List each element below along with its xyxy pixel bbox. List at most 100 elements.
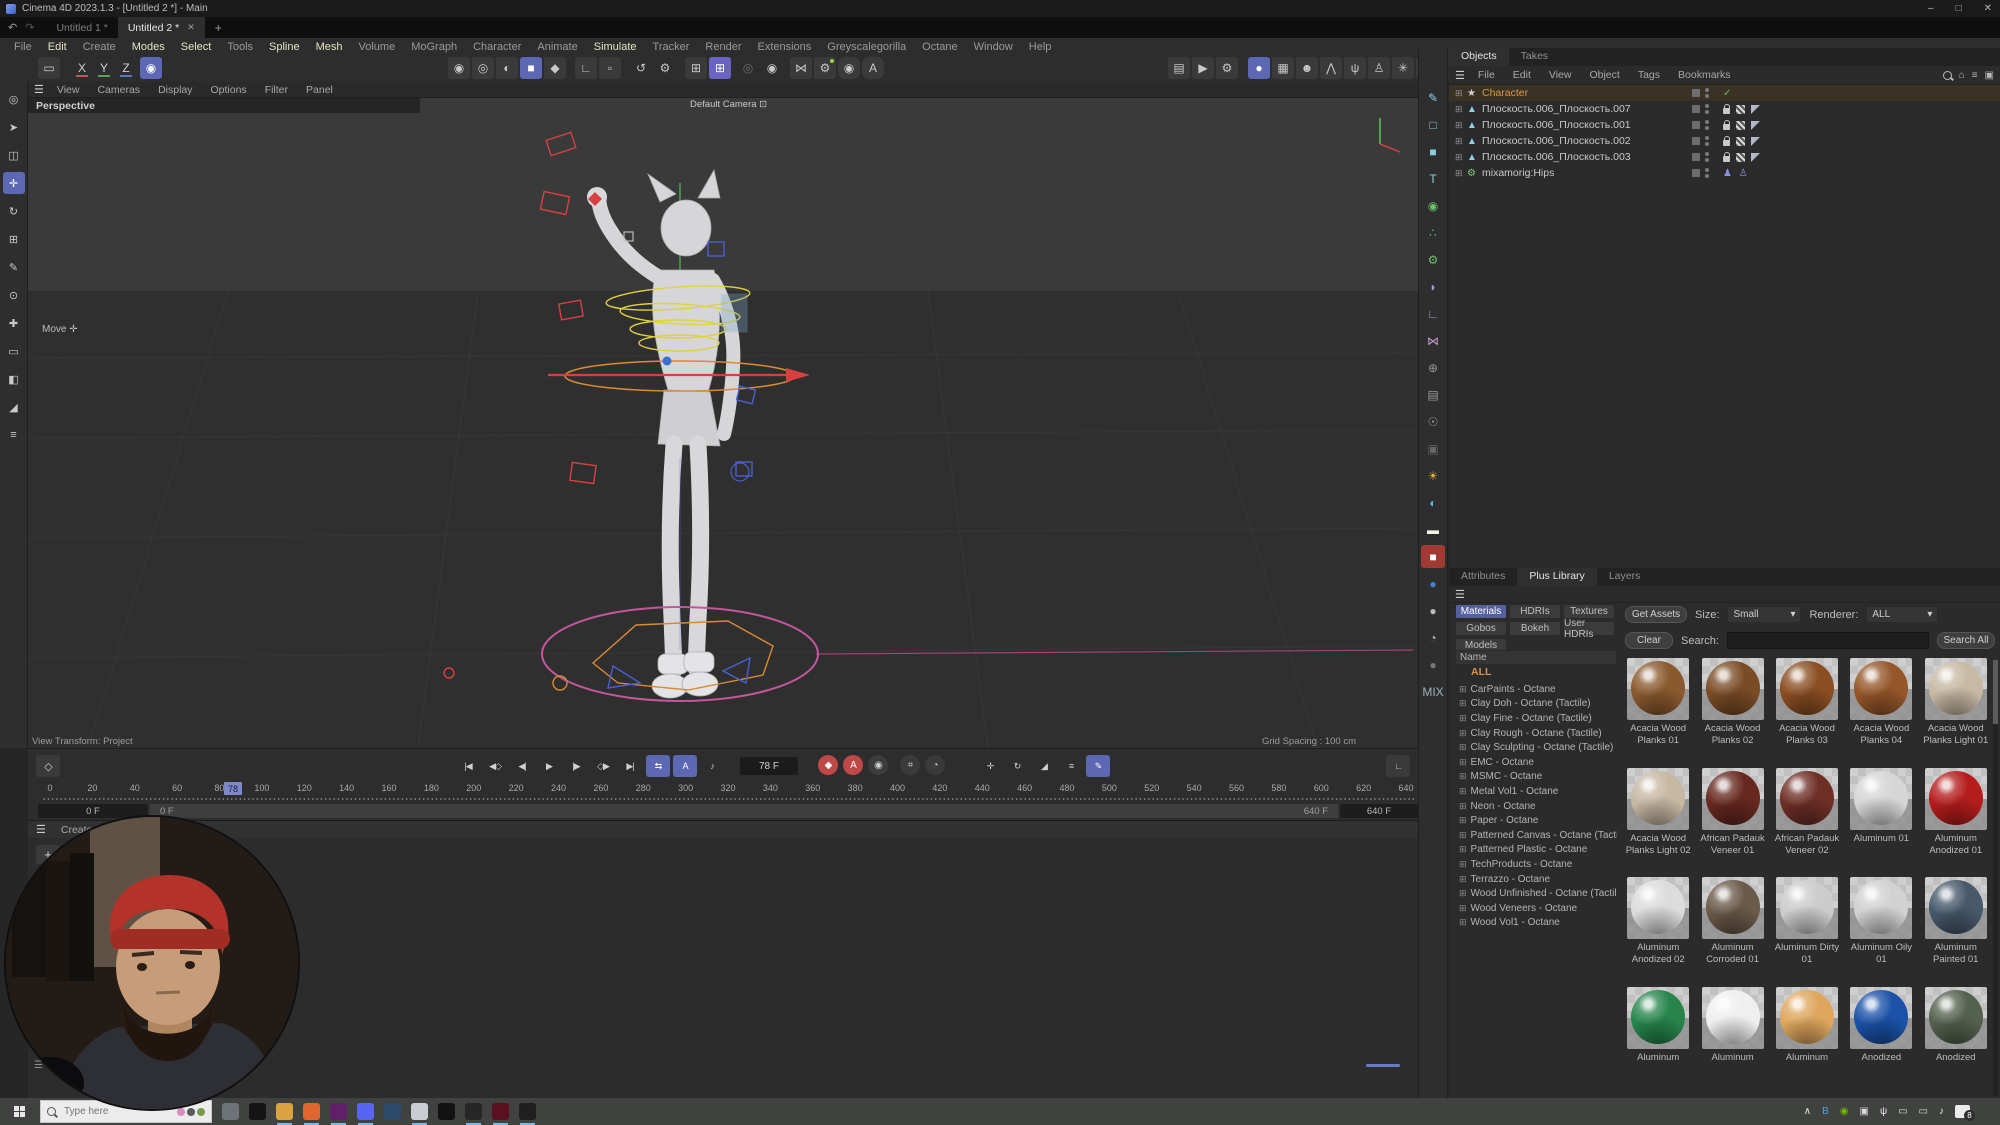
material-thumbnail[interactable] — [1702, 877, 1764, 939]
range-start-field[interactable]: 0 F — [38, 804, 148, 818]
array-generator-icon[interactable]: ∴ — [1421, 221, 1445, 244]
play-button[interactable]: ▶ — [537, 755, 561, 777]
edges-mode-icon[interactable]: ◎ — [472, 57, 494, 79]
render-picture-viewer-icon[interactable]: ▶ — [1192, 57, 1214, 79]
material-thumbnail[interactable] — [1627, 987, 1689, 1049]
search-all-button[interactable]: Search All — [1937, 632, 1995, 649]
extrude-tool-icon[interactable]: ◧ — [3, 368, 25, 390]
plus-library-menu-icon[interactable]: ☰ — [1455, 588, 1465, 601]
cloner-icon[interactable]: ⋈ — [1421, 329, 1445, 352]
material-thumbnail[interactable] — [1776, 987, 1838, 1049]
material-asset[interactable]: Aluminum — [1621, 987, 1695, 1093]
object-mode-icon[interactable]: ◆ — [544, 57, 566, 79]
phong-tag-icon[interactable] — [1751, 153, 1760, 162]
material-thumbnail[interactable] — [1850, 658, 1912, 720]
monitor-tray-icon[interactable]: ▭ — [1919, 1106, 1928, 1117]
category-item[interactable]: Patterned Canvas - Octane (Tactile) — [1459, 828, 1617, 843]
meter-icon[interactable]: ◔ — [1421, 626, 1445, 649]
material-thumbnail[interactable] — [1776, 768, 1838, 830]
star-app-icon[interactable] — [411, 1103, 428, 1120]
category-item[interactable]: Clay Fine - Octane (Tactile) — [1459, 711, 1617, 726]
glossy-material-icon[interactable]: ● — [1421, 599, 1445, 622]
object-label[interactable]: mixamorig:Hips — [1482, 167, 1692, 179]
file-explorer-icon[interactable] — [276, 1103, 293, 1120]
sound-scrub-button[interactable]: A — [673, 755, 697, 777]
library-search-input[interactable] — [1727, 632, 1929, 649]
quantize-icon[interactable]: ◎ — [737, 57, 759, 79]
rotate-tool-icon[interactable]: ↻ — [3, 200, 25, 222]
menu-item[interactable]: File — [6, 41, 40, 53]
render-dot[interactable] — [1692, 153, 1700, 161]
prev-key-button[interactable]: ◀◇ — [483, 755, 507, 777]
category-all[interactable]: ALL — [1471, 666, 1491, 678]
material-asset[interactable]: AluminumPainted 01 — [1919, 877, 1993, 983]
library-type-button[interactable]: User HDRIs — [1563, 621, 1615, 636]
rig-tags[interactable]: ♟ ♙ — [1723, 168, 1750, 179]
content-browser-icon[interactable]: ▦ — [1272, 57, 1294, 79]
dynamics-icon[interactable]: ✳ — [1392, 57, 1414, 79]
size-dropdown[interactable]: Small▾ — [1727, 606, 1801, 623]
viewport[interactable] — [28, 98, 1418, 748]
usb-icon[interactable]: ψ — [1880, 1106, 1887, 1117]
camera-object-icon[interactable]: ▣ — [1421, 437, 1445, 460]
octane-livedb-icon[interactable]: ■ — [1421, 545, 1445, 568]
visibility-dots[interactable] — [1705, 168, 1715, 178]
keyframe-presets-button[interactable]: ◉ — [868, 755, 888, 775]
close-button[interactable]: ✕ — [1984, 3, 1992, 14]
undo-icon[interactable]: ↶ — [8, 21, 17, 34]
category-item[interactable]: MSMC - Octane — [1459, 770, 1617, 785]
menu-item[interactable]: Mesh — [308, 41, 351, 53]
material-asset[interactable]: Acacia WoodPlanks 02 — [1695, 658, 1769, 764]
volume-icon[interactable]: ♪ — [1939, 1106, 1944, 1117]
phong-tag-icon[interactable] — [1751, 105, 1760, 114]
video-app-icon[interactable] — [222, 1103, 239, 1120]
cloth-icon[interactable]: ψ — [1344, 57, 1366, 79]
panel-tab[interactable]: Layers — [1597, 568, 1653, 586]
minimize-button[interactable]: – — [1928, 3, 1934, 14]
render-dot[interactable] — [1692, 137, 1700, 145]
next-key-button[interactable]: ◇▶ — [591, 755, 615, 777]
tray-chevron-icon[interactable]: ∧ — [1804, 1106, 1811, 1117]
material-asset[interactable]: AluminumAnodized 02 — [1621, 877, 1695, 983]
material-thumbnail[interactable] — [1925, 987, 1987, 1049]
material-asset[interactable]: African PadaukVeneer 02 — [1770, 768, 1844, 874]
model-mode-icon[interactable]: ■ — [520, 57, 542, 79]
category-item[interactable]: Clay Sculpting - Octane (Tactile) — [1459, 740, 1617, 755]
material-asset[interactable]: Aluminum Dirty01 — [1770, 877, 1844, 983]
material-asset[interactable]: Acacia WoodPlanks Light 02 — [1621, 768, 1695, 874]
polygons-mode-icon[interactable]: ◐ — [496, 57, 518, 79]
render-dot[interactable] — [1692, 169, 1700, 177]
move-tool-icon[interactable]: ✛ — [3, 172, 25, 194]
lock-tag-icon[interactable] — [1723, 140, 1730, 146]
bluetooth-icon[interactable]: B — [1822, 1106, 1829, 1117]
scale-tool-icon[interactable]: ⊞ — [3, 228, 25, 250]
snap-icon[interactable]: ⊞ — [709, 57, 731, 79]
camera-label[interactable]: Default Camera ⊡ — [690, 99, 767, 110]
menu-item[interactable]: Create — [75, 41, 124, 53]
record-keyframe-button[interactable]: ◆ — [818, 755, 838, 775]
maximize-button[interactable]: □ — [1956, 3, 1962, 14]
axis-lock-button[interactable]: X — [72, 57, 92, 79]
mm-bottom-menu-icon[interactable]: ☰ — [34, 1060, 43, 1071]
material-thumbnail[interactable] — [1627, 658, 1689, 720]
material-asset[interactable]: Anodized — [1919, 987, 1993, 1093]
sun-light-icon[interactable]: ☀ — [1421, 464, 1445, 487]
viewport-menu-item[interactable]: Options — [202, 84, 256, 96]
field-icon[interactable]: ◗ — [1421, 275, 1445, 298]
clear-button[interactable]: Clear — [1625, 632, 1673, 649]
character-object-icon[interactable]: ♙ — [1368, 57, 1390, 79]
tray-app-icon[interactable]: ▣ — [1860, 1106, 1869, 1117]
material-thumbnail[interactable] — [1776, 658, 1838, 720]
range-segment[interactable]: 0 F640 F — [150, 804, 1338, 818]
pen-tool-icon[interactable]: ✎ — [3, 256, 25, 278]
current-frame-field[interactable]: 78 F — [740, 757, 798, 775]
autokey-button[interactable]: A — [843, 755, 863, 775]
viewport-menu-icon[interactable]: ☰ — [34, 83, 44, 96]
mix-material-icon[interactable]: MIX — [1421, 680, 1445, 703]
menu-item[interactable]: Simulate — [586, 41, 645, 53]
category-item[interactable]: Patterned Plastic - Octane — [1459, 843, 1617, 858]
sound-button[interactable]: ♪ — [700, 755, 724, 777]
filter-icon[interactable]: ≡ — [1972, 70, 1978, 81]
name-column-header[interactable]: Name — [1455, 650, 1617, 665]
object-row[interactable]: ▲ Плоскость.006_Плоскость.003 ✓ ♟ ♙ — [1449, 149, 2000, 165]
